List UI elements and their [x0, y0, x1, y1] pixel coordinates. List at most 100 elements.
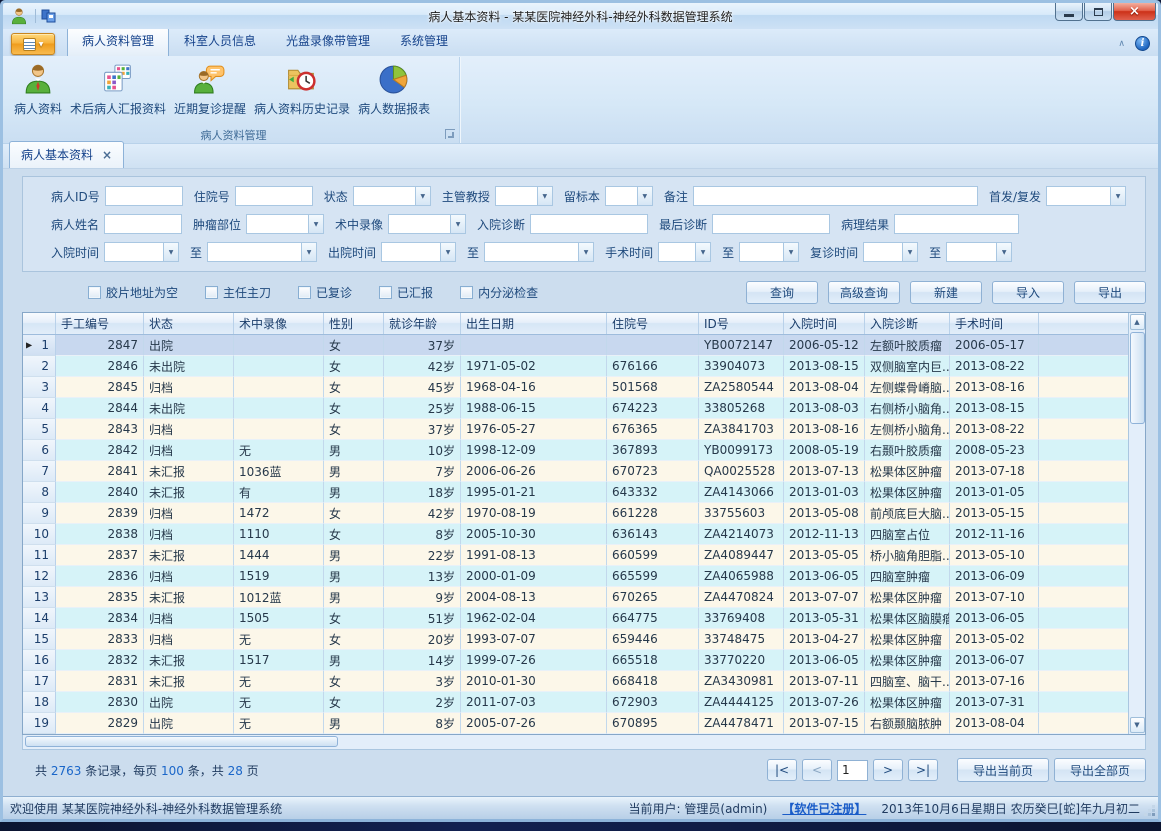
new-button[interactable]: 新建 — [910, 281, 982, 304]
surgery-to-combo[interactable]: ▼ — [739, 242, 799, 262]
row-header-6[interactable]: 6 — [23, 440, 56, 461]
column-header-10[interactable]: 手术时间 — [950, 313, 1039, 334]
patient-id-input[interactable] — [105, 186, 183, 206]
table-row-16[interactable]: 162832未汇报1517男14岁1999-07-266655183377022… — [23, 650, 1128, 671]
ribbon-tab-1[interactable]: 科室人员信息 — [169, 27, 271, 56]
checkbox-endocrine-exam[interactable]: 内分泌检查 — [460, 284, 538, 301]
revisited-checkbox-box[interactable] — [298, 286, 311, 299]
ribbon-tab-0[interactable]: 病人资料管理 — [67, 27, 169, 56]
tumor-site-combo[interactable]: ▼ — [246, 214, 324, 234]
row-header-17[interactable]: 17 — [23, 671, 56, 692]
table-row-8[interactable]: 82840未汇报有男18岁1995-01-21643332ZA414306620… — [23, 482, 1128, 503]
dropdown-arrow-icon[interactable]: ▼ — [308, 215, 323, 233]
table-row-12[interactable]: 122836归档1519男13岁2000-01-09665599ZA406598… — [23, 566, 1128, 587]
patient-name-input[interactable] — [104, 214, 182, 234]
dropdown-arrow-icon[interactable]: ▼ — [1110, 187, 1125, 205]
ribbon-button-data-report[interactable]: 病人数据报表 — [354, 60, 434, 118]
scroll-up-icon[interactable]: ▲ — [1130, 314, 1145, 330]
row-header-1[interactable]: ▶1 — [23, 335, 56, 356]
checkbox-director-surgeon[interactable]: 主任主刀 — [205, 284, 271, 301]
dropdown-arrow-icon[interactable]: ▼ — [996, 243, 1011, 261]
surgery-from-combo[interactable]: ▼ — [658, 242, 711, 262]
column-header-1[interactable]: 状态 — [144, 313, 234, 334]
row-header-4[interactable]: 4 — [23, 398, 56, 419]
row-header-2[interactable]: 2 — [23, 356, 56, 377]
row-header-9[interactable]: 9 — [23, 503, 56, 524]
row-header-15[interactable]: 15 — [23, 629, 56, 650]
document-tab-patient-basic-data[interactable]: 病人基本资料 × — [9, 141, 124, 168]
row-header-5[interactable]: 5 — [23, 419, 56, 440]
next-page-button[interactable]: > — [873, 759, 903, 781]
info-icon[interactable]: i — [1135, 36, 1150, 51]
discharge-to-combo[interactable]: ▼ — [484, 242, 594, 262]
row-header-3[interactable]: 3 — [23, 377, 56, 398]
revisit-to-combo[interactable]: ▼ — [946, 242, 1012, 262]
remarks-input[interactable] — [693, 186, 978, 206]
dropdown-arrow-icon[interactable]: ▼ — [301, 243, 316, 261]
dropdown-arrow-icon[interactable]: ▼ — [537, 187, 552, 205]
maximize-button[interactable] — [1084, 3, 1112, 21]
horizontal-scroll-thumb[interactable] — [25, 736, 338, 747]
endocrine-exam-checkbox-box[interactable] — [460, 286, 473, 299]
specimen-kept-combo[interactable]: ▼ — [605, 186, 653, 206]
column-header-0[interactable]: 手工编号 — [56, 313, 144, 334]
export-current-page-button[interactable]: 导出当前页 — [957, 758, 1049, 782]
table-row-19[interactable]: 192829出院无男8岁2005-07-26670895ZA4478471201… — [23, 713, 1128, 734]
application-menu-button[interactable]: ▼ — [11, 33, 55, 55]
dropdown-arrow-icon[interactable]: ▼ — [415, 187, 430, 205]
resize-grip[interactable] — [1152, 813, 1155, 816]
revisit-from-combo[interactable]: ▼ — [863, 242, 918, 262]
column-header-8[interactable]: 入院时间 — [784, 313, 865, 334]
intraop-video-combo[interactable]: ▼ — [388, 214, 466, 234]
status-combo[interactable]: ▼ — [353, 186, 431, 206]
table-row-18[interactable]: 182830出院无女2岁2011-07-03672903ZA4444125201… — [23, 692, 1128, 713]
checkbox-film-address-empty[interactable]: 胶片地址为空 — [88, 284, 178, 301]
admission-from-combo[interactable]: ▼ — [104, 242, 179, 262]
close-button[interactable]: × — [1113, 3, 1156, 21]
row-header-8[interactable]: 8 — [23, 482, 56, 503]
first-recurrence-combo[interactable]: ▼ — [1046, 186, 1126, 206]
ribbon-button-revisit-reminder[interactable]: 近期复诊提醒 — [170, 60, 250, 118]
ribbon-tab-2[interactable]: 光盘录像带管理 — [271, 27, 385, 56]
table-row-3[interactable]: 32845归档女45岁1968-04-16501568ZA25805442013… — [23, 377, 1128, 398]
dialog-launcher-icon[interactable] — [445, 129, 455, 139]
table-row-15[interactable]: 152833归档无女20岁1993-07-0765944633748475201… — [23, 629, 1128, 650]
table-row-1[interactable]: ▶12847出院女37岁YB00721472006-05-12左额叶胶质瘤200… — [23, 335, 1128, 356]
last-page-button[interactable]: >| — [908, 759, 938, 781]
horizontal-scrollbar[interactable] — [22, 735, 1146, 750]
row-header-19[interactable]: 19 — [23, 713, 56, 734]
prev-page-button[interactable]: < — [802, 759, 832, 781]
column-header-7[interactable]: ID号 — [699, 313, 784, 334]
dropdown-arrow-icon[interactable]: ▼ — [695, 243, 710, 261]
export-button[interactable]: 导出 — [1074, 281, 1146, 304]
collapse-ribbon-icon[interactable]: ∧ — [1118, 39, 1125, 49]
column-header-4[interactable]: 就诊年龄 — [384, 313, 461, 334]
table-row-10[interactable]: 102838归档1110女8岁2005-10-30636143ZA4214073… — [23, 524, 1128, 545]
table-row-5[interactable]: 52843归档女37岁1976-05-27676365ZA38417032013… — [23, 419, 1128, 440]
tab-close-icon[interactable]: × — [102, 149, 112, 161]
dropdown-arrow-icon[interactable]: ▼ — [637, 187, 652, 205]
windows-layout-icon[interactable] — [41, 8, 57, 24]
column-header-5[interactable]: 出生日期 — [461, 313, 607, 334]
page-input[interactable] — [837, 760, 868, 781]
column-header-6[interactable]: 住院号 — [607, 313, 699, 334]
table-row-6[interactable]: 62842归档无男10岁1998-12-09367893YB0099173200… — [23, 440, 1128, 461]
ribbon-tab-3[interactable]: 系统管理 — [385, 27, 463, 56]
vertical-scrollbar[interactable]: ▲ ▼ — [1128, 313, 1145, 734]
ribbon-button-history-record[interactable]: 病人资料历史记录 — [250, 60, 354, 118]
film-address-empty-checkbox-box[interactable] — [88, 286, 101, 299]
export-all-pages-button[interactable]: 导出全部页 — [1054, 758, 1146, 782]
table-row-9[interactable]: 92839归档1472女42岁1970-08-19661228337556032… — [23, 503, 1128, 524]
table-row-17[interactable]: 172831未汇报无女3岁2010-01-30668418ZA343098120… — [23, 671, 1128, 692]
row-header-14[interactable]: 14 — [23, 608, 56, 629]
final-diagnosis-input[interactable] — [712, 214, 830, 234]
checkbox-reported[interactable]: 已汇报 — [379, 284, 433, 301]
column-header-9[interactable]: 入院诊断 — [865, 313, 950, 334]
table-row-11[interactable]: 112837未汇报1444男22岁1991-08-13660599ZA40894… — [23, 545, 1128, 566]
dropdown-arrow-icon[interactable]: ▼ — [450, 215, 465, 233]
row-header-13[interactable]: 13 — [23, 587, 56, 608]
director-surgeon-checkbox-box[interactable] — [205, 286, 218, 299]
ribbon-button-patient-info[interactable]: 病人资料 — [10, 60, 66, 118]
discharge-from-combo[interactable]: ▼ — [381, 242, 456, 262]
advanced-query-button[interactable]: 高级查询 — [828, 281, 900, 304]
